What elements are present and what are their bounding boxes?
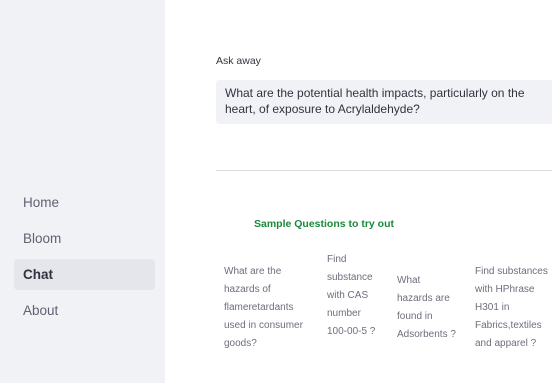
sidebar-item-chat[interactable]: Chat bbox=[14, 259, 155, 290]
sample-question-4[interactable]: Find substances with HPhrase H301 in Fab… bbox=[475, 263, 552, 353]
samples-title: Sample Questions to try out bbox=[253, 218, 395, 230]
sample-question-1[interactable]: What are the hazards of flameretardants … bbox=[224, 263, 314, 353]
sidebar-item-home[interactable]: Home bbox=[14, 187, 155, 218]
sidebar-nav: Home Bloom Chat About bbox=[14, 187, 155, 331]
main-content: Ask away What are the potential health i… bbox=[165, 0, 552, 383]
question-input[interactable]: What are the potential health impacts, p… bbox=[216, 80, 552, 124]
sidebar-item-about[interactable]: About bbox=[14, 295, 155, 326]
sample-question-3[interactable]: What hazards are found in Adsorbents ? bbox=[397, 272, 457, 344]
divider bbox=[216, 170, 552, 171]
sidebar: Home Bloom Chat About bbox=[0, 0, 165, 383]
sidebar-item-bloom[interactable]: Bloom bbox=[14, 223, 155, 254]
sample-question-2[interactable]: Find substance with CAS number 100-00-5 … bbox=[327, 251, 382, 341]
ask-label: Ask away bbox=[216, 55, 261, 67]
